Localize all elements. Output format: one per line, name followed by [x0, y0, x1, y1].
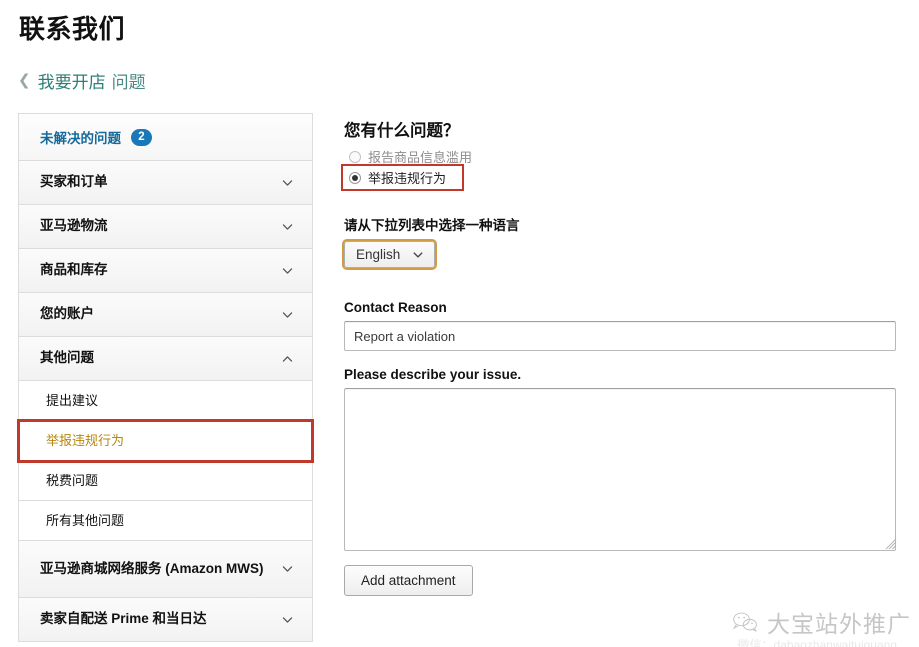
chevron-down-icon[interactable]	[281, 264, 294, 277]
breadcrumb: ❮ 我要开店 问题	[18, 68, 146, 93]
sidebar-item-amazon-mws[interactable]: 亚马逊商城网络服务 (Amazon MWS)	[19, 541, 312, 598]
sidebar-item-label: 举报违规行为	[46, 432, 125, 448]
chevron-down-icon[interactable]	[281, 220, 294, 233]
radio-option-report-violation[interactable]: 举报违规行为	[341, 164, 464, 191]
sidebar-item-label: 买家和订单	[40, 174, 108, 190]
sidebar-item-report-violation[interactable]: 举报违规行为	[17, 419, 314, 463]
radio-option-report-listing-abuse[interactable]: 报告商品信息滥用	[344, 146, 899, 167]
contact-reason-input[interactable]	[344, 321, 896, 351]
sidebar-item-label: 提出建议	[46, 392, 99, 408]
sidebar-item-all-other[interactable]: 所有其他问题	[19, 501, 312, 541]
add-attachment-button[interactable]: Add attachment	[344, 565, 473, 596]
chevron-down-icon[interactable]	[281, 613, 294, 626]
sidebar-unresolved-label: 未解决的问题	[40, 131, 121, 146]
contact-reason-label: Contact Reason	[344, 300, 447, 315]
unresolved-count-badge: 2	[131, 128, 152, 146]
sidebar-item-other-issues[interactable]: 其他问题	[19, 337, 312, 381]
sidebar: 未解决的问题 2 买家和订单 亚马逊物流 商品和库存 您的账户 其他问题 提出建…	[17, 113, 314, 642]
watermark-text: 大宝站外推广	[767, 611, 911, 637]
sidebar-item-products-inventory[interactable]: 商品和库存	[19, 249, 312, 293]
chevron-up-icon[interactable]	[281, 352, 294, 365]
sidebar-item-your-account[interactable]: 您的账户	[19, 293, 312, 337]
radio-icon-selected[interactable]	[349, 171, 361, 184]
wechat-icon	[731, 610, 759, 634]
sidebar-item-label: 税费问题	[46, 472, 99, 488]
sidebar-item-buyers-orders[interactable]: 买家和订单	[19, 161, 312, 205]
question-radio-group: 报告商品信息滥用 举报违规行为	[341, 146, 899, 191]
sidebar-item-tax[interactable]: 税费问题	[19, 461, 312, 501]
chevron-down-icon[interactable]	[281, 563, 294, 576]
chevron-down-icon[interactable]	[281, 308, 294, 321]
language-select[interactable]: English	[341, 239, 438, 270]
sidebar-item-label: 所有其他问题	[46, 512, 125, 528]
breadcrumb-link-seller[interactable]: 我要开店	[38, 68, 106, 93]
sidebar-item-label: 您的账户	[40, 306, 94, 322]
page-title: 联系我们	[19, 14, 126, 44]
sidebar-item-label: 商品和库存	[40, 262, 108, 278]
sidebar-item-seller-fulfilled-prime[interactable]: 卖家自配送 Prime 和当日达	[19, 598, 312, 642]
describe-issue-textarea[interactable]	[344, 388, 896, 551]
language-label: 请从下拉列表中选择一种语言	[344, 218, 520, 233]
sidebar-item-label: 亚马逊商城网络服务 (Amazon MWS)	[40, 560, 264, 576]
breadcrumb-current: 问题	[111, 73, 146, 92]
radio-option-label: 报告商品信息滥用	[368, 150, 473, 165]
contact-us-page: 联系我们 ❮ 我要开店 问题 未解决的问题 2 买家和订单 亚马逊物流 商品和库…	[0, 0, 919, 647]
radio-icon[interactable]	[349, 150, 361, 163]
sidebar-item-unresolved[interactable]: 未解决的问题 2	[19, 114, 312, 161]
question-heading: 您有什么问题？	[344, 122, 460, 140]
radio-option-label: 举报违规行为	[368, 171, 447, 186]
describe-issue-label: Please describe your issue.	[344, 367, 522, 382]
sidebar-item-suggestion[interactable]: 提出建议	[19, 381, 312, 421]
main-form: 您有什么问题？ 报告商品信息滥用 举报违规行为 请从下拉列表中选择一种语言 En…	[341, 113, 899, 596]
chevron-left-icon[interactable]: ❮	[18, 73, 31, 88]
sidebar-item-label: 亚马逊物流	[40, 218, 108, 234]
watermark: 大宝站外推广 微信：dabaozhanwaituiguang	[731, 605, 911, 647]
chevron-down-icon[interactable]	[412, 249, 424, 261]
language-select-value: English	[356, 247, 401, 262]
chevron-down-icon[interactable]	[281, 176, 294, 189]
describe-issue-wrap	[344, 388, 899, 551]
watermark-subtext: 微信：dabaozhanwaituiguang	[737, 638, 897, 647]
sidebar-item-label: 卖家自配送 Prime 和当日达	[40, 611, 207, 627]
sidebar-item-label: 其他问题	[40, 350, 94, 366]
sidebar-item-fba[interactable]: 亚马逊物流	[19, 205, 312, 249]
